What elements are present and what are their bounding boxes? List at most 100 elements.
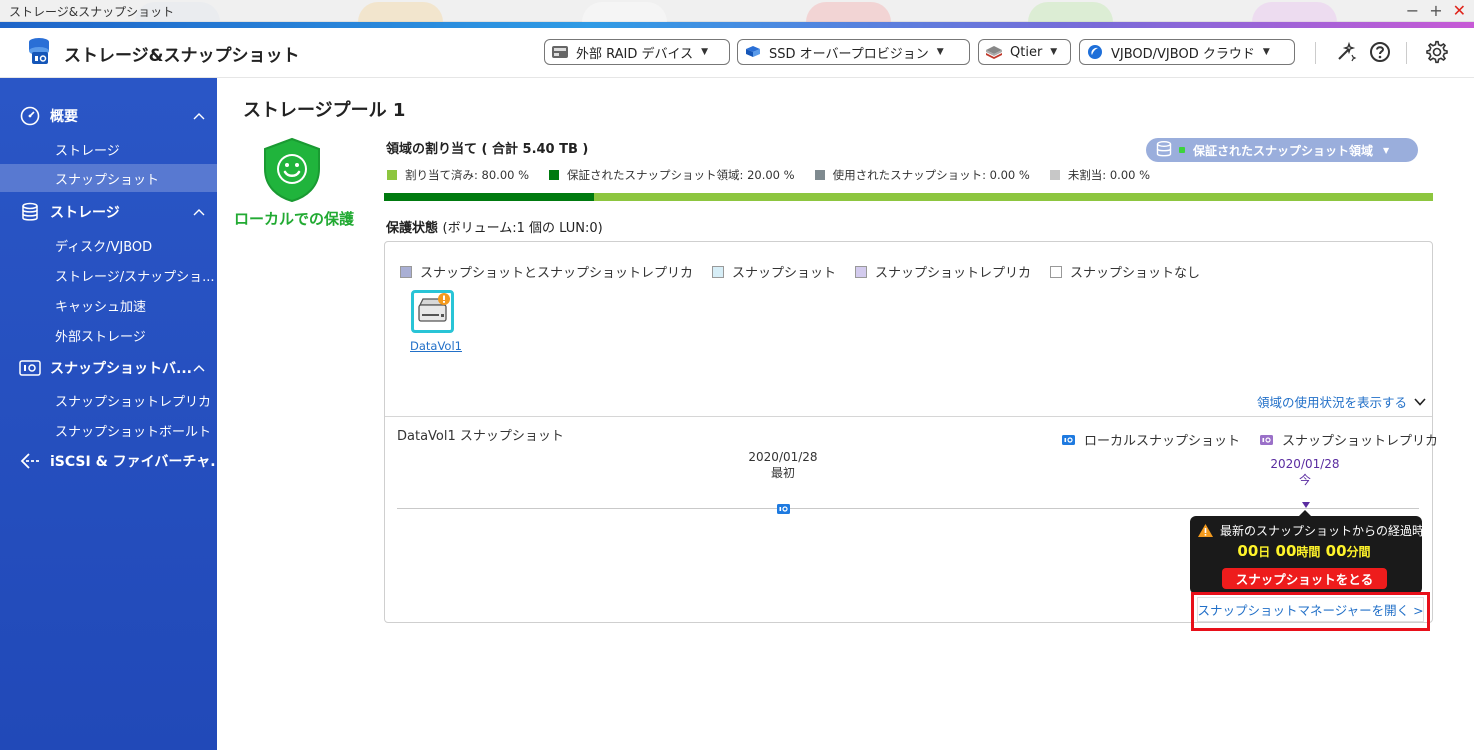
legend-item: スナップショットとスナップショットレプリカ xyxy=(400,262,693,281)
ssd-overprovision-dropdown[interactable]: SSD オーバープロビジョン ▼ xyxy=(737,39,970,65)
window-title: ストレージ&スナップショット xyxy=(9,5,175,19)
sidebar-section-label: iSCSI & ファイバーチャ... xyxy=(50,454,227,470)
protection-status-title: 保護状態 (ボリューム:1 個の LUN:0) xyxy=(386,217,603,236)
elapsed-hours-unit: 時間 xyxy=(1296,545,1321,559)
popup-heading: 最新のスナップショットからの経過時間 xyxy=(1197,522,1422,539)
vjbod-dropdown[interactable]: VJBOD/VJBOD クラウド ▼ xyxy=(1079,39,1295,65)
sidebar: 概要 ストレージ スナップショット ストレージ ディスク/VJBOD ストレージ… xyxy=(0,78,226,750)
legend-swatch xyxy=(387,170,397,180)
sidebar-item-snapshot-vault[interactable]: スナップショットボールト xyxy=(0,416,217,444)
panel-divider xyxy=(385,416,1432,417)
take-snapshot-button[interactable]: スナップショットをとる xyxy=(1222,568,1387,589)
snapshot-backup-icon xyxy=(19,357,41,379)
caret-down-icon: ▼ xyxy=(1050,47,1058,57)
legend-item: スナップショットなし xyxy=(1050,262,1200,281)
caret-down-icon: ▼ xyxy=(1262,47,1270,57)
sidebar-item-label: スナップショットボールト xyxy=(55,424,212,440)
legend-label: 使用されたスナップショット: 0.00 % xyxy=(832,168,1030,182)
legend-swatch xyxy=(1050,265,1063,278)
sidebar-item-external-storage[interactable]: 外部ストレージ xyxy=(0,321,217,349)
open-snapshot-manager-link[interactable]: スナップショットマネージャーを開く > xyxy=(1197,597,1424,622)
timeline-first-label: 2020/01/28 最初 xyxy=(733,449,833,481)
sidebar-item-disks-vjbod[interactable]: ディスク/VJBOD xyxy=(0,231,217,259)
external-raid-label: 外部 RAID デバイス xyxy=(576,46,694,62)
legend-label: スナップショットとスナップショットレプリカ xyxy=(420,266,694,281)
legend-label: スナップショットレプリカ xyxy=(875,266,1032,281)
legend-item: 未割当: 0.00 % xyxy=(1049,167,1150,183)
background-decoration xyxy=(1252,2,1337,22)
window-titlebar: ストレージ&スナップショット − + ✕ xyxy=(0,0,1474,22)
show-usage-label: 領域の使用状況を表示する xyxy=(1257,395,1408,410)
chevron-up-icon xyxy=(193,361,205,375)
legend-item: 割り当て済み: 80.00 % xyxy=(387,167,529,183)
legend-item: ローカルスナップショット xyxy=(1062,430,1240,449)
show-usage-link[interactable]: 領域の使用状況を表示する xyxy=(1257,392,1427,411)
now-date: 2020/01/28 xyxy=(1270,457,1340,471)
legend-label: スナップショットレプリカ xyxy=(1282,434,1439,449)
vjbod-icon xyxy=(1086,44,1104,60)
elapsed-minutes-unit: 分間 xyxy=(1346,545,1371,559)
header-divider xyxy=(1315,42,1316,64)
storage-app-icon xyxy=(29,38,49,64)
volume-tile[interactable] xyxy=(411,290,454,333)
magic-wand-icon[interactable] xyxy=(1333,39,1359,65)
snapshot-legend: ローカルスナップショット スナップショットレプリカ xyxy=(1062,430,1438,449)
gear-icon[interactable] xyxy=(1424,39,1450,65)
app-header: ストレージ&スナップショット 外部 RAID デバイス ▼ SSD オーバープロ… xyxy=(0,28,1474,78)
timeline-snapshot-icon[interactable] xyxy=(777,504,790,514)
database-icon xyxy=(1155,140,1173,161)
header-divider xyxy=(1406,42,1407,64)
sidebar-item-storage-overview[interactable]: ストレージ xyxy=(0,135,217,163)
legend-swatch xyxy=(855,265,868,278)
sidebar-item-snapshot-overview[interactable]: スナップショット xyxy=(0,164,217,192)
now-caption: 今 xyxy=(1298,473,1311,487)
database-icon xyxy=(19,201,41,223)
snapshot-timeline xyxy=(397,508,1419,509)
sidebar-item-storage-snapshots[interactable]: ストレージ/スナップショ... xyxy=(0,261,217,289)
caret-down-icon: ▼ xyxy=(936,47,944,57)
protection-legend: スナップショットとスナップショットレプリカ スナップショット スナップショットレ… xyxy=(400,262,1219,281)
sidebar-section-overview[interactable]: 概要 xyxy=(0,101,217,131)
sidebar-section-iscsi[interactable]: iSCSI & ファイバーチャ... xyxy=(0,446,226,476)
maximize-button[interactable]: + xyxy=(1429,1,1442,21)
external-raid-dropdown[interactable]: 外部 RAID デバイス ▼ xyxy=(544,39,730,65)
sidebar-item-label: ストレージ xyxy=(55,143,120,159)
volume-link[interactable]: DataVol1 xyxy=(410,339,462,353)
protection-badge-label: ローカルでの保護 xyxy=(234,210,355,228)
help-icon[interactable] xyxy=(1367,39,1393,65)
allocation-bar-segment xyxy=(384,193,594,201)
sidebar-section-label: スナップショットバ... xyxy=(50,361,192,377)
caret-down-icon: ▼ xyxy=(701,47,709,57)
qtier-icon xyxy=(985,44,1003,60)
background-decoration xyxy=(1028,2,1113,22)
sidebar-section-label: ストレージ xyxy=(50,205,120,221)
sidebar-item-snapshot-replica[interactable]: スナップショットレプリカ xyxy=(0,386,217,414)
legend-item: 保証されたスナップショット領域: 20.00 % xyxy=(549,167,795,183)
sidebar-section-snapshot-backup[interactable]: スナップショットバ... xyxy=(0,353,217,383)
legend-item: スナップショット xyxy=(712,262,836,281)
legend-label: 割り当て済み: 80.00 % xyxy=(405,168,530,182)
chevron-up-icon xyxy=(193,205,205,219)
elapsed-minutes: 00 xyxy=(1325,542,1347,560)
close-button[interactable]: ✕ xyxy=(1453,1,1466,21)
snapshot-space-dropdown[interactable]: 保証されたスナップショット領域 ▼ xyxy=(1146,138,1418,162)
local-snapshot-icon xyxy=(1062,434,1075,445)
legend-swatch xyxy=(400,265,412,278)
ssd-overprovision-label: SSD オーバープロビジョン xyxy=(769,46,929,62)
snapshot-replica-icon xyxy=(1260,434,1274,445)
legend-item: スナップショットレプリカ xyxy=(1260,430,1438,449)
sidebar-section-storage[interactable]: ストレージ xyxy=(0,197,217,227)
elapsed-hours: 00 xyxy=(1275,542,1297,560)
qtier-label: Qtier xyxy=(1010,44,1043,60)
sidebar-item-cache-acceleration[interactable]: キャッシュ加速 xyxy=(0,291,217,319)
dashboard-icon xyxy=(19,105,41,127)
ssd-icon xyxy=(744,44,762,60)
minimize-button[interactable]: − xyxy=(1406,1,1419,21)
allocation-legend: 割り当て済み: 80.00 % 保証されたスナップショット領域: 20.00 %… xyxy=(387,167,1170,183)
sidebar-item-label: ストレージ/スナップショ... xyxy=(55,269,215,285)
elapsed-days: 00 xyxy=(1237,542,1259,560)
qtier-dropdown[interactable]: Qtier ▼ xyxy=(978,39,1071,65)
first-date: 2020/01/28 xyxy=(748,450,818,464)
chevron-up-icon xyxy=(193,109,205,123)
warning-icon xyxy=(1198,524,1213,537)
